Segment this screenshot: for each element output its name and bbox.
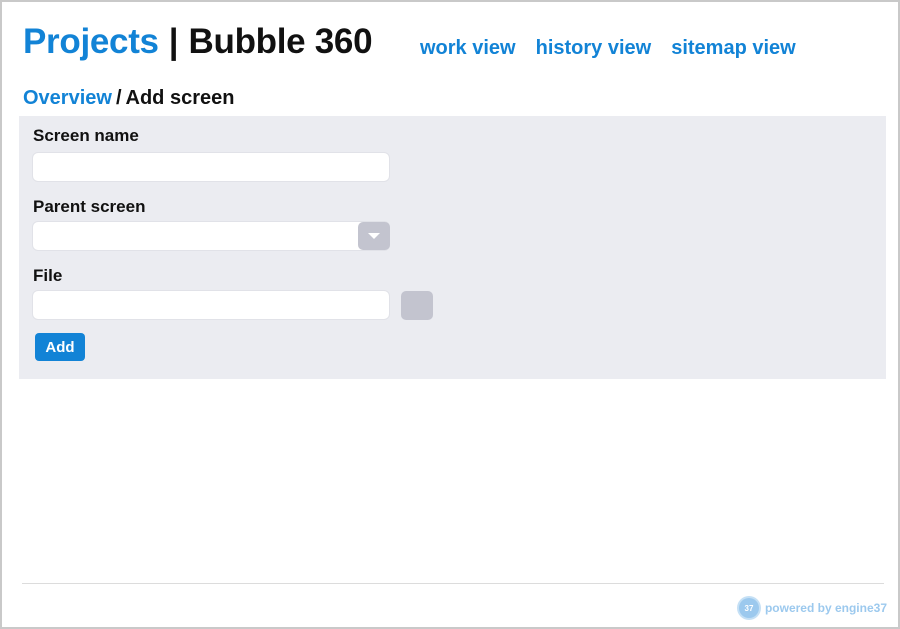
page-header: Projects | Bubble 360 (23, 22, 373, 66)
add-button[interactable]: Add (35, 333, 85, 361)
view-nav: work view history view sitemap view (420, 37, 816, 60)
engine37-logo-icon: 37 (738, 598, 759, 618)
parent-screen-label: Parent screen (33, 197, 146, 216)
parent-screen-select[interactable] (32, 221, 390, 251)
work-view-link[interactable]: work view (420, 37, 516, 60)
add-screen-form: Screen name Parent screen File Add (19, 116, 886, 379)
sitemap-view-link[interactable]: sitemap view (671, 37, 796, 60)
screen-name-input[interactable] (32, 152, 390, 182)
file-label: File (33, 266, 63, 285)
app-window: Projects | Bubble 360 work view history … (0, 0, 900, 629)
file-input[interactable] (32, 290, 390, 320)
breadcrumb-overview-link[interactable]: Overview (23, 87, 112, 110)
chevron-down-icon (368, 233, 380, 239)
screen-name-label: Screen name (33, 126, 139, 145)
project-title: Bubble 360 (188, 22, 373, 61)
projects-link[interactable]: Projects (23, 22, 159, 62)
parent-screen-dropdown-button[interactable] (358, 222, 390, 250)
powered-by-link[interactable]: powered by engine37 (765, 601, 887, 615)
footer: 37 powered by engine37 (738, 598, 887, 618)
footer-divider (22, 583, 884, 584)
file-browse-button[interactable] (401, 291, 433, 320)
breadcrumb-separator: / (115, 87, 122, 109)
history-view-link[interactable]: history view (536, 37, 652, 60)
breadcrumb: Overview / Add screen (23, 87, 234, 110)
title-separator: | (168, 22, 179, 61)
breadcrumb-current: Add screen (125, 87, 235, 109)
